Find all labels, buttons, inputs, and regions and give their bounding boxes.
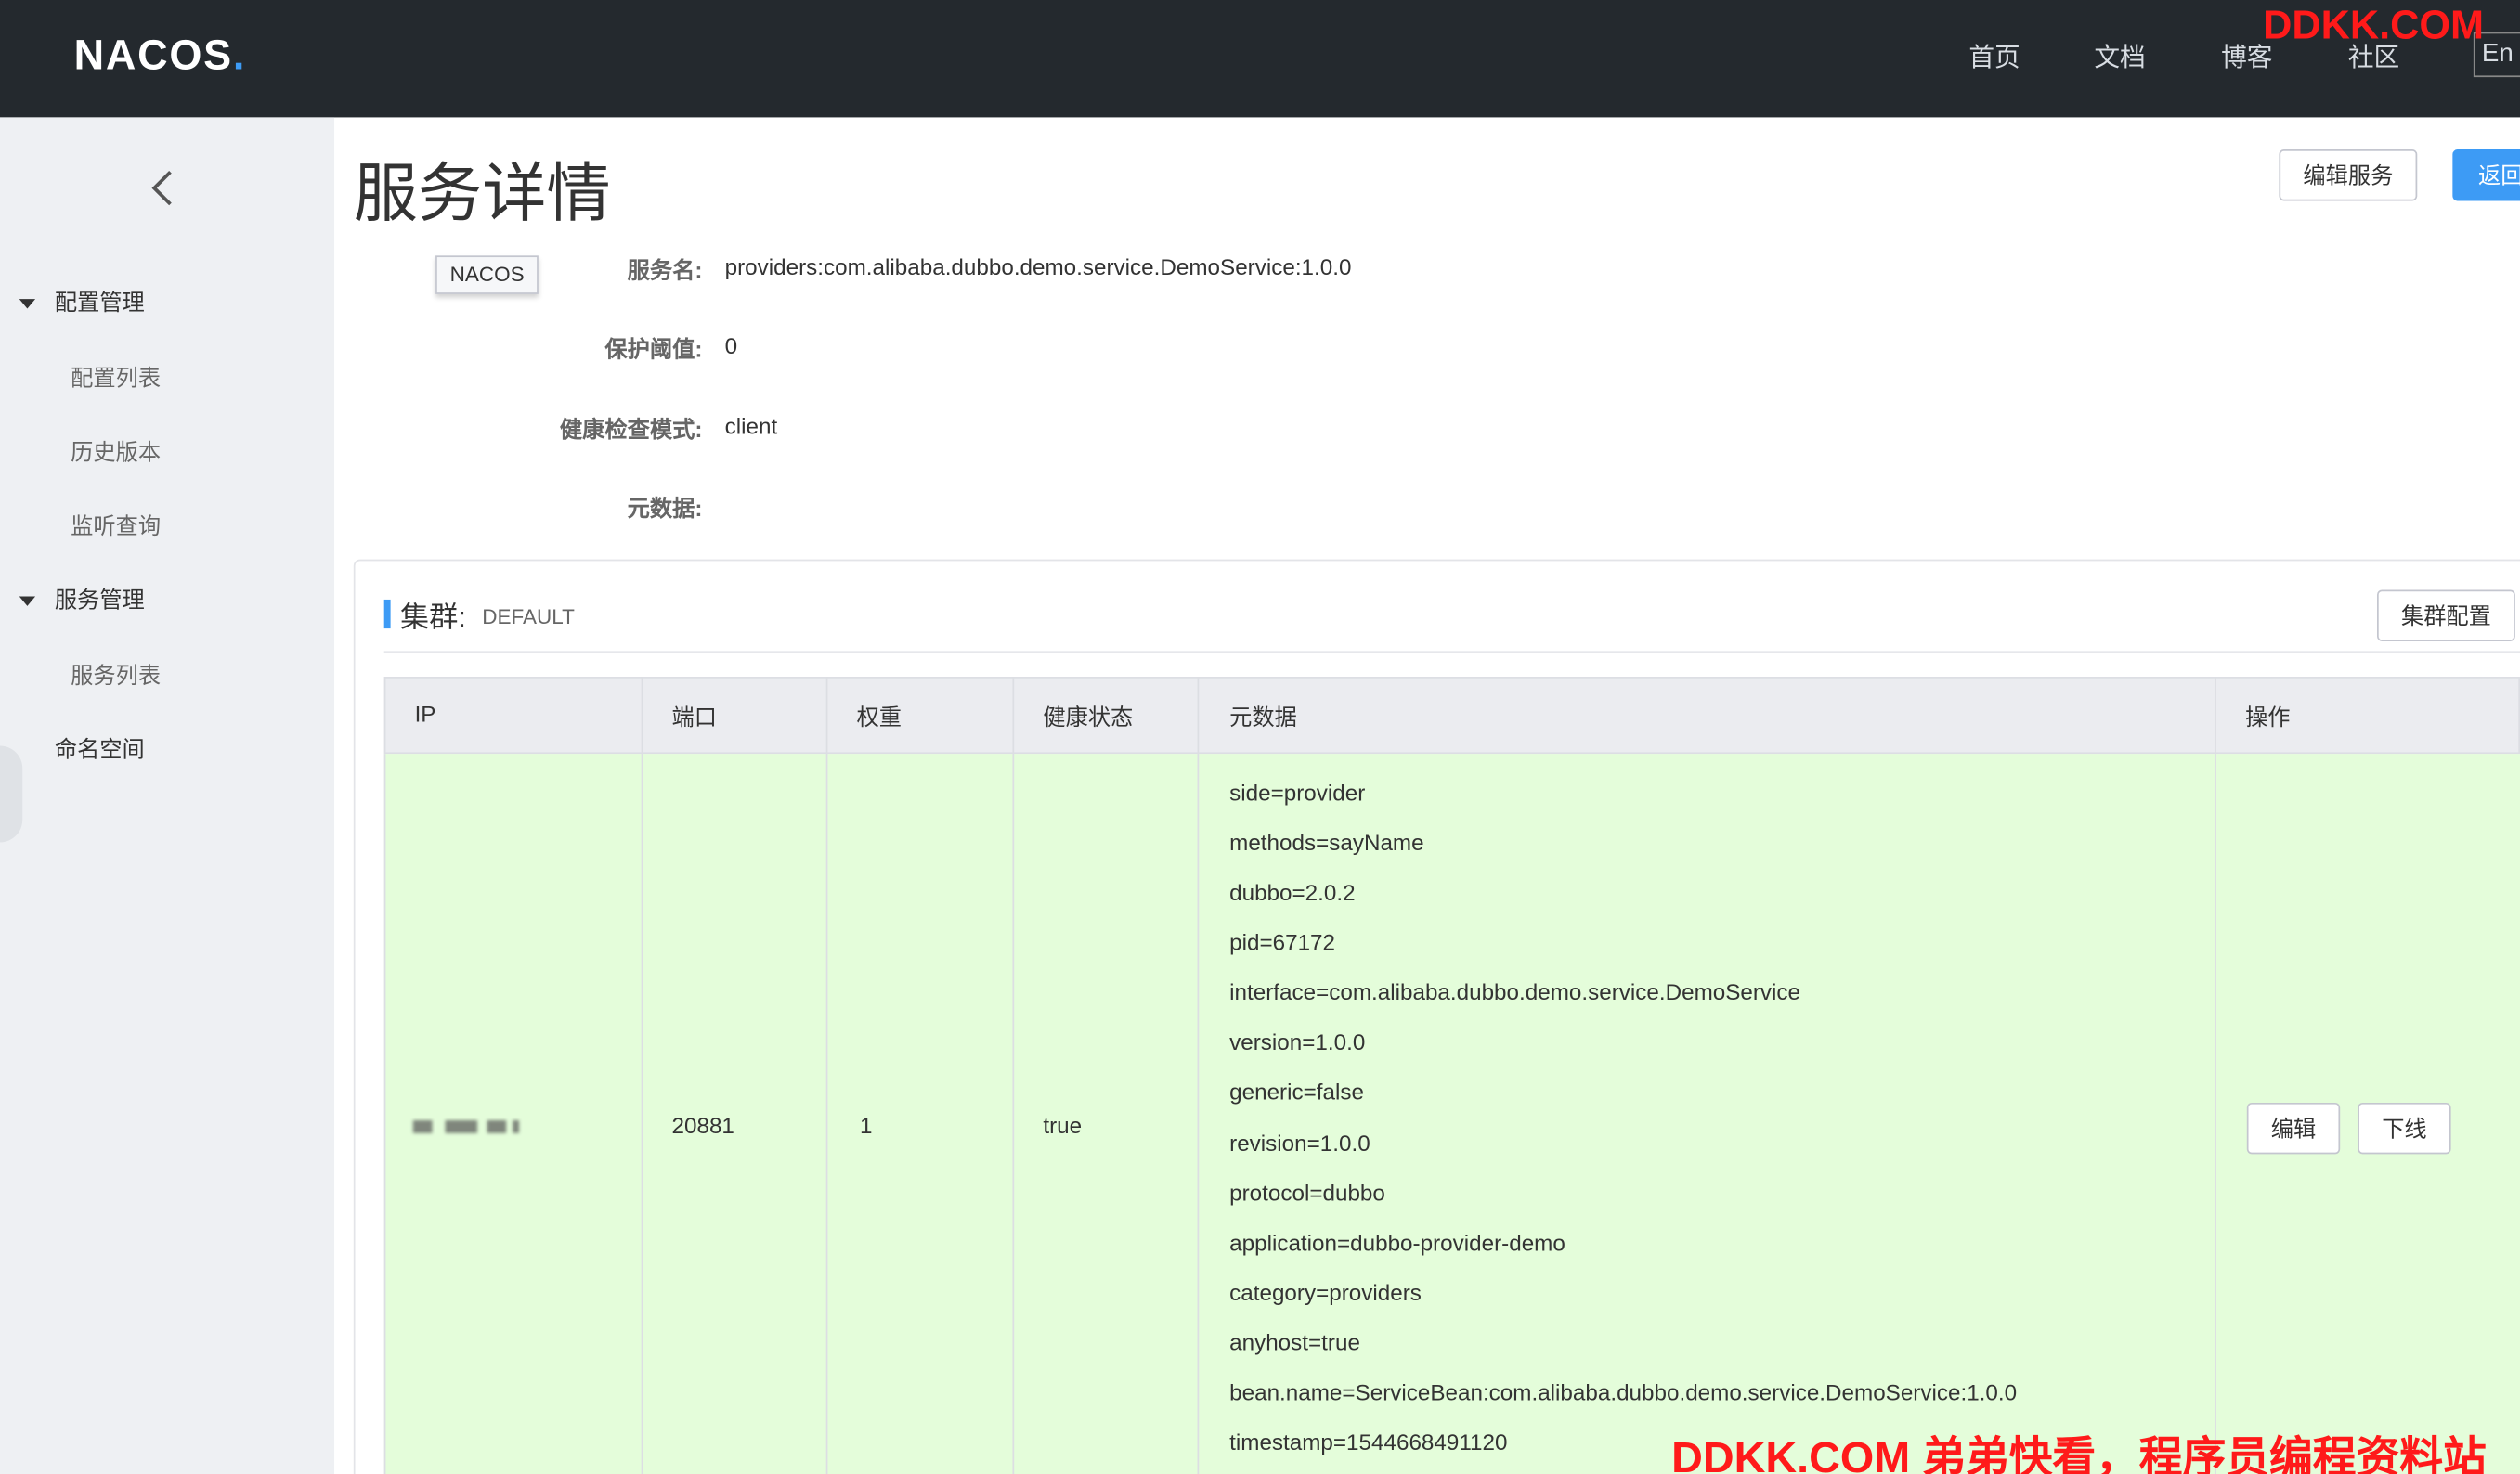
metadata-line: protocol=dubbo <box>1229 1180 1385 1206</box>
nav-docs[interactable]: 文档 <box>2094 35 2145 74</box>
metadata-line: application=dubbo-provider-demo <box>1229 1229 1565 1256</box>
column-divider <box>641 677 643 1474</box>
card-divider <box>383 651 2520 653</box>
logo-text-mid: OS <box>169 30 233 78</box>
tooltip: NACOS <box>435 255 539 294</box>
metadata-line: dubbo=2.0.2 <box>1229 879 1356 905</box>
sidebar-item-service-list[interactable]: 服务列表 <box>71 659 161 692</box>
caret-down-icon <box>19 596 36 607</box>
instance-offline-button[interactable]: 下线 <box>2358 1102 2451 1155</box>
metadata-line: methods=sayName <box>1229 829 1424 856</box>
health-mode-label: 健康检查模式: <box>559 416 703 443</box>
threshold-value: 0 <box>724 332 738 359</box>
nav-home[interactable]: 首页 <box>1968 35 2020 74</box>
cell-healthy: true <box>1043 1112 1083 1139</box>
back-button[interactable]: 返回 <box>2452 149 2520 201</box>
service-name-value: providers:com.alibaba.dubbo.demo.service… <box>724 253 1352 280</box>
cell-weight: 1 <box>860 1112 873 1139</box>
column-header-weight: 权重 <box>856 704 903 731</box>
nacos-logo[interactable]: NAC OS. <box>74 26 246 84</box>
service-name-label: 服务名: <box>627 257 703 283</box>
column-header-port: 端口 <box>671 704 717 731</box>
sidebar <box>0 117 335 1474</box>
metadata-line: revision=1.0.0 <box>1229 1130 1370 1157</box>
metadata-line: category=providers <box>1229 1279 1422 1306</box>
logo-text-main: NAC <box>73 30 170 78</box>
metadata-line: bean.name=ServiceBean:com.alibaba.dubbo.… <box>1229 1378 2018 1405</box>
metadata-label: 元数据: <box>627 495 703 522</box>
cluster-accent-bar <box>383 599 391 629</box>
threshold-label: 保护阈值: <box>604 335 703 362</box>
menu-group-service[interactable]: 服务管理 <box>19 584 145 616</box>
cluster-name: DEFAULT <box>482 604 575 629</box>
column-header-health: 健康状态 <box>1043 704 1134 731</box>
sidebar-item-namespace[interactable]: 命名空间 <box>55 733 145 766</box>
column-header-ip: IP <box>414 701 436 727</box>
column-divider <box>1197 677 1200 1474</box>
metadata-line: version=1.0.0 <box>1229 1028 1366 1054</box>
logo-dot: . <box>232 30 247 78</box>
cluster-config-button[interactable]: 集群配置 <box>2377 589 2515 641</box>
sidebar-item-history[interactable]: 历史版本 <box>71 435 161 468</box>
column-header-metadata: 元数据 <box>1229 704 1297 731</box>
column-header-actions: 操作 <box>2245 704 2291 731</box>
menu-group-service-label: 服务管理 <box>54 587 145 613</box>
cell-port: 20881 <box>671 1112 734 1139</box>
metadata-line: generic=false <box>1229 1078 1364 1105</box>
metadata-line: pid=67172 <box>1229 928 1336 955</box>
metadata-line: timestamp=1544668491120 <box>1229 1429 1508 1455</box>
health-mode-value: client <box>724 413 778 439</box>
column-divider <box>2215 677 2216 1474</box>
metadata-line: interface=com.alibaba.dubbo.demo.service… <box>1229 978 1801 1005</box>
instance-edit-button[interactable]: 编辑 <box>2246 1102 2341 1155</box>
edit-service-button[interactable]: 编辑服务 <box>2279 149 2418 201</box>
menu-group-config-label: 配置管理 <box>54 289 145 316</box>
sidebar-edge-handle <box>0 745 23 843</box>
column-divider <box>825 677 828 1474</box>
column-divider <box>1012 677 1015 1474</box>
collapse-sidebar-icon[interactable] <box>141 167 183 209</box>
cluster-label: 集群: <box>399 601 466 634</box>
metadata-line: side=provider <box>1229 779 1366 806</box>
sidebar-item-config-list[interactable]: 配置列表 <box>71 362 161 394</box>
watermark-bottom: DDKK.COM 弟弟快看，程序员编程资料站 <box>1671 1433 2487 1474</box>
menu-group-config[interactable]: 配置管理 <box>19 286 145 318</box>
sidebar-item-listener-query[interactable]: 监听查询 <box>71 510 161 542</box>
page-title: 服务详情 <box>353 159 611 230</box>
metadata-line: anyhost=true <box>1229 1329 1360 1355</box>
ip-redacted <box>412 1119 520 1136</box>
caret-down-icon <box>19 299 36 310</box>
watermark-top: DDKK.COM <box>2263 3 2485 48</box>
